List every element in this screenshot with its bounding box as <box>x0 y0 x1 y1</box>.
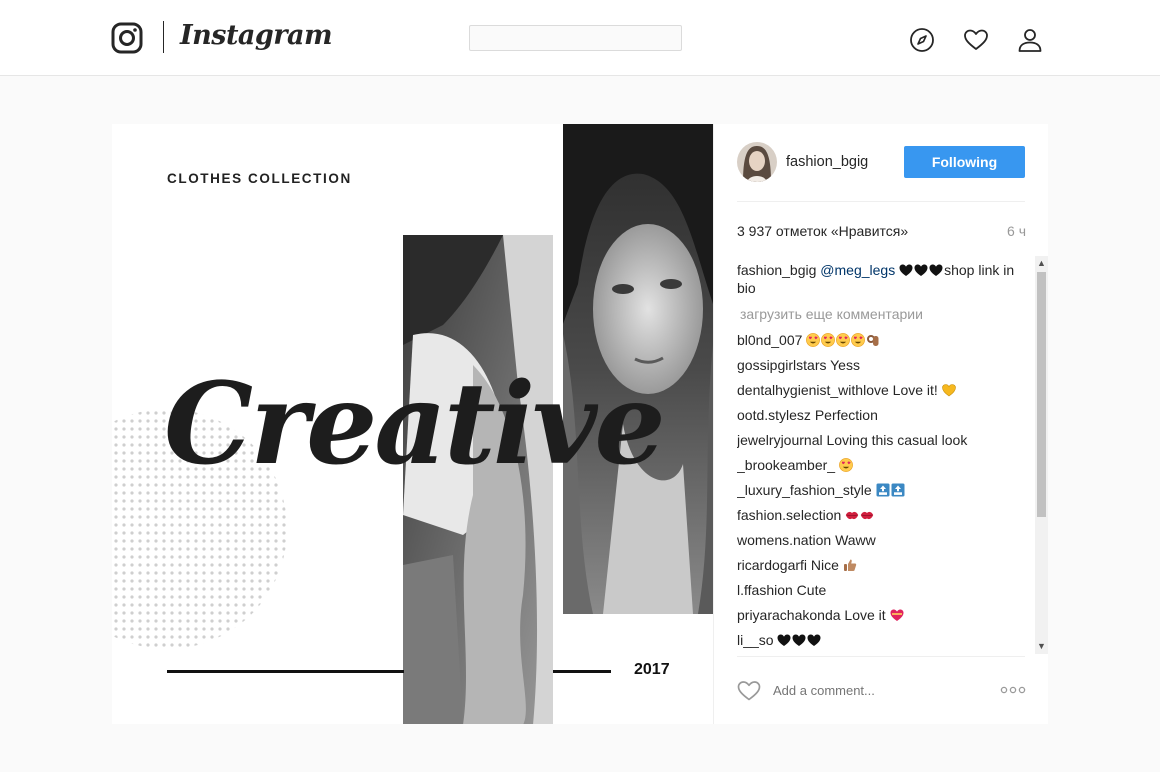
comment-text: Waww <box>835 532 876 548</box>
comment-username[interactable]: priyarachakonda <box>737 607 841 623</box>
heart-eyes-emoji-icon <box>806 332 821 348</box>
image-title: CLOTHES COLLECTION <box>167 171 352 186</box>
comments-list: fashion_bgig @meg_legs shop link in bio … <box>737 261 1030 653</box>
comment-username[interactable]: bl0nd_007 <box>737 332 802 348</box>
comment-username[interactable]: li__so <box>737 632 774 648</box>
comment-row: priyarachakonda Love it <box>737 607 1030 624</box>
load-more-comments-link[interactable]: загрузить еще комментарии <box>740 306 1030 323</box>
scroll-down-arrow-icon[interactable]: ▼ <box>1035 640 1048 653</box>
image-year: 2017 <box>634 661 670 678</box>
post-side-panel: fashion_bgig Following 3 937 отметок «Нр… <box>713 124 1048 724</box>
heart-eyes-emoji-icon <box>821 332 836 348</box>
yellow-heart-emoji-icon <box>941 382 957 398</box>
comment-text: Cute <box>796 582 827 598</box>
comment-username[interactable]: womens.nation <box>737 532 831 548</box>
comment-text: Love it <box>844 607 886 623</box>
ok-hand-emoji-icon <box>866 332 881 348</box>
lips-emoji-icon <box>845 507 860 523</box>
comment-row: ricardogarfi Nice <box>737 557 1030 574</box>
heart-icon[interactable] <box>963 27 989 53</box>
top-arrow-emoji-icon <box>876 482 891 498</box>
heart-eyes-emoji-icon <box>851 332 866 348</box>
instagram-logo-icon[interactable] <box>111 22 143 54</box>
post-header: fashion_bgig Following <box>714 124 1048 202</box>
post-image[interactable]: CLOTHES COLLECTION Creative 2017 <box>112 124 713 724</box>
comment-username[interactable]: gossipgirlstars <box>737 357 826 373</box>
post-timestamp[interactable]: 6 ч <box>1004 223 1026 239</box>
profile-icon[interactable] <box>1017 27 1043 53</box>
following-button[interactable]: Following <box>904 146 1025 178</box>
comment-text: Perfection <box>814 407 878 423</box>
more-options-icon[interactable] <box>1000 686 1026 694</box>
like-heart-icon[interactable] <box>737 679 761 701</box>
comment-rows: bl0nd_007 gossipgirlstars Yess dentalhygi… <box>737 332 1030 649</box>
comment-row: li__so <box>737 632 1030 649</box>
black-heart-emoji-icon <box>777 632 792 648</box>
comment-text: Nice <box>810 557 839 573</box>
comment-text: Yess <box>830 357 860 373</box>
scrollbar-thumb[interactable] <box>1037 272 1046 517</box>
comment-row: ootd.stylesz Perfection <box>737 407 1030 424</box>
heart-with-ribbon-emoji-icon <box>890 607 905 623</box>
comment-row: _luxury_fashion_style <box>737 482 1030 499</box>
caption-username[interactable]: fashion_bgig <box>737 262 816 278</box>
comment-row: jewelryjournal Loving this casual look <box>737 432 1030 449</box>
comment-row: womens.nation Waww <box>737 532 1030 549</box>
comments-scrollbar[interactable]: ▲ ▼ <box>1035 256 1048 654</box>
decorative-rule <box>167 670 404 673</box>
comment-username[interactable]: _brookeamber_ <box>737 457 835 473</box>
black-heart-emoji-icon <box>899 262 914 278</box>
caption: fashion_bgig @meg_legs shop link in bio <box>737 261 1030 297</box>
black-heart-emoji-icon <box>792 632 807 648</box>
compass-icon[interactable] <box>909 27 935 53</box>
comment-text: Love it! <box>892 382 938 398</box>
black-heart-emoji-icon <box>914 262 929 278</box>
comment-text: Loving this casual look <box>826 432 968 448</box>
heart-eyes-emoji-icon <box>839 457 854 473</box>
comment-row: _brookeamber_ <box>737 457 1030 474</box>
post-card: CLOTHES COLLECTION Creative 2017 fashion… <box>112 124 1048 724</box>
comment-row: bl0nd_007 <box>737 332 1030 349</box>
comment-username[interactable]: fashion.selection <box>737 507 841 523</box>
top-arrow-emoji-icon <box>891 482 906 498</box>
creative-script-text: Creative <box>164 359 666 490</box>
comment-row: gossipgirlstars Yess <box>737 357 1030 374</box>
comment-row: l.ffashion Cute <box>737 582 1030 599</box>
comment-username[interactable]: dentalhygienist_withlove <box>737 382 889 398</box>
comment-row: dentalhygienist_withlove Love it! <box>737 382 1030 399</box>
logo-divider <box>163 21 164 53</box>
divider <box>737 656 1025 657</box>
author-username[interactable]: fashion_bgig <box>786 154 868 170</box>
scroll-up-arrow-icon[interactable]: ▲ <box>1035 257 1048 270</box>
comment-username[interactable]: l.ffashion <box>737 582 793 598</box>
divider <box>737 201 1025 202</box>
comment-username[interactable]: ootd.stylesz <box>737 407 811 423</box>
avatar[interactable] <box>737 142 777 182</box>
instagram-wordmark[interactable]: Instagram <box>180 20 333 51</box>
decorative-rule <box>553 670 611 673</box>
black-heart-emoji-icon <box>807 632 822 648</box>
comment-username[interactable]: ricardogarfi <box>737 557 807 573</box>
comment-username[interactable]: jewelryjournal <box>737 432 823 448</box>
caption-mention[interactable]: @meg_legs <box>820 262 895 278</box>
lips-emoji-icon <box>860 507 875 523</box>
thumbs-up-emoji-icon <box>843 557 858 573</box>
comment-row: fashion.selection <box>737 507 1030 524</box>
likes-count[interactable]: 3 937 отметок «Нравится» <box>737 223 908 239</box>
black-heart-emoji-icon <box>929 262 944 278</box>
top-navigation-bar: Instagram <box>0 0 1160 76</box>
heart-eyes-emoji-icon <box>836 332 851 348</box>
caption-emoji-group <box>899 262 944 278</box>
comment-username[interactable]: _luxury_fashion_style <box>737 482 872 498</box>
add-comment-input[interactable] <box>773 680 953 700</box>
search-input[interactable] <box>469 25 682 51</box>
